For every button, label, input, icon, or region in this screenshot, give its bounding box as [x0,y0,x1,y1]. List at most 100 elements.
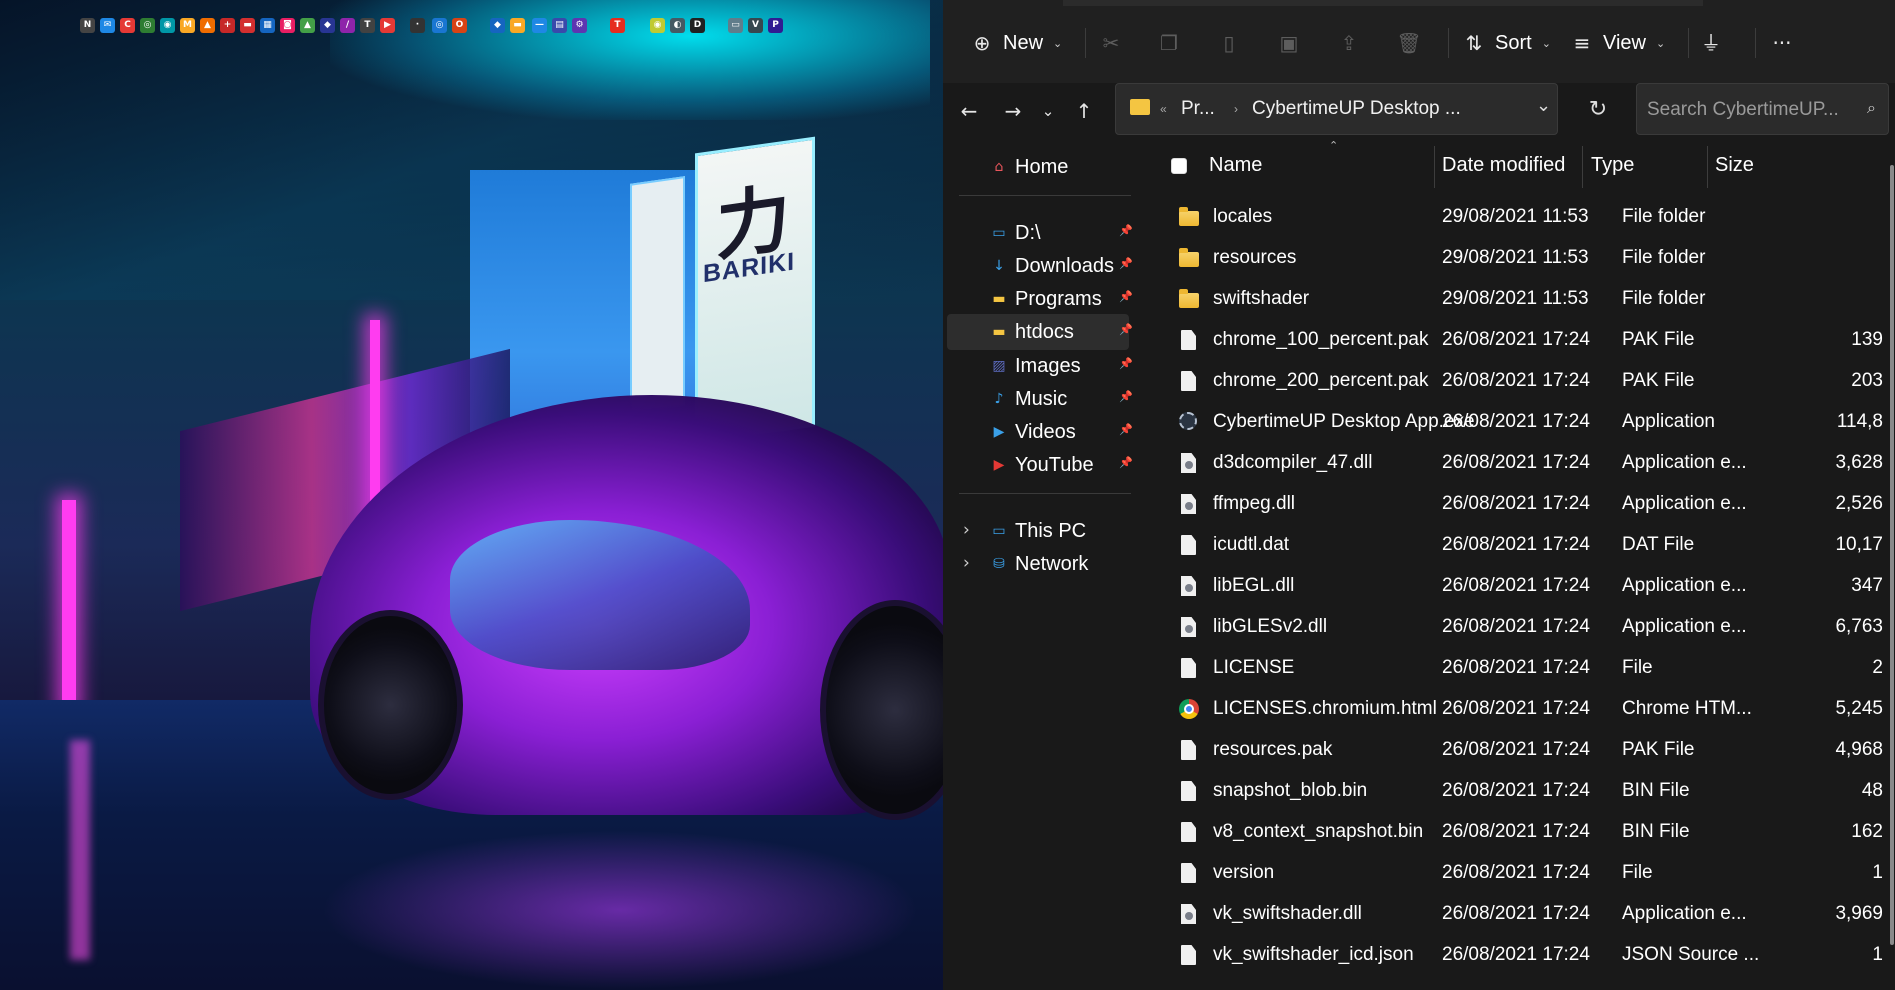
filter-button[interactable]: ⏚ [1698,25,1724,61]
share-button[interactable]: ⇪ [1336,25,1362,61]
sidebar-item-downloads[interactable]: ↓ Downloads 📌 [947,248,1133,284]
dots-icon[interactable]: · [410,18,425,33]
sidebar-item-music[interactable]: ♪ Music 📌 [947,381,1133,417]
overflow-chevrons-icon[interactable]: « [1160,102,1167,116]
sidebar-item-d[interactable]: ▭ D:\ 📌 [947,215,1132,251]
file-row[interactable]: libGLESv2.dll 26/08/2021 17:24 Application… [1141,607,1895,648]
address-bar[interactable]: « Pr... › CybertimeUP Desktop ... ⌄ [1115,83,1558,135]
file-row[interactable]: LICENSE 26/08/2021 17:24 File 2 [1141,648,1895,689]
sidebar-item-network[interactable]: › ⛁ Network [947,546,1129,582]
plus-icon[interactable]: + [220,18,235,33]
up-button[interactable]: ↑ [1068,95,1100,127]
search-input[interactable] [1647,96,1847,124]
refresh-button[interactable]: ↻ [1583,95,1613,125]
mail-icon[interactable]: ✉ [100,18,115,33]
shield-icon[interactable]: ◆ [320,18,335,33]
dictionary-app-icon[interactable]: D [690,18,705,33]
google-drive-icon[interactable]: ▲ [300,18,315,33]
vertical-scrollbar[interactable] [1890,165,1894,945]
column-resizer[interactable] [1707,146,1708,188]
avatar-app-icon[interactable]: ◉ [650,18,665,33]
trello-icon[interactable]: ▦ [260,18,275,33]
file-row[interactable]: snapshot_blob.bin 26/08/2021 17:24 BIN Fil… [1141,771,1895,812]
file-row[interactable]: libEGL.dll 26/08/2021 17:24 Application e.… [1141,566,1895,607]
new-button[interactable]: ⊕ New ⌄ [969,25,1063,61]
file-row[interactable]: LICENSES.chromium.html 26/08/2021 17:24 Ch… [1141,689,1895,730]
text-icon[interactable]: T [360,18,375,33]
bitwarden-icon[interactable]: ◆ [490,18,505,33]
red-app-icon[interactable]: ▬ [240,18,255,33]
more-options-button[interactable]: ··· [1769,25,1795,61]
select-all-checkbox[interactable] [1171,158,1187,174]
settings-app-icon[interactable]: ⚙ [572,18,587,33]
column-header-size[interactable]: Size [1715,154,1754,177]
file-row[interactable]: resources 29/08/2021 11:53 File folder [1141,238,1895,279]
file-row[interactable]: v8_context_snapshot.bin 26/08/2021 17:24 B… [1141,812,1895,853]
copy-button[interactable]: ❐ [1156,25,1182,61]
column-resizer[interactable] [1434,146,1435,188]
notion-icon[interactable]: N [80,18,95,33]
youtube-icon[interactable]: ▶ [380,18,395,33]
minus-app-icon[interactable]: — [532,18,547,33]
file-row[interactable]: swiftshader 29/08/2021 11:53 File folder [1141,279,1895,320]
ted-icon[interactable]: T [610,18,625,33]
file-type: File folder [1622,206,1706,227]
file-type: Chrome HTM... [1622,698,1752,719]
notes-icon[interactable]: M [180,18,195,33]
file-row[interactable]: vk_swiftshader.dll 26/08/2021 17:24 Applic… [1141,894,1895,935]
sidebar-item-this-pc[interactable]: › ▭ This PC [947,513,1129,549]
file-date-modified: 26/08/2021 17:24 [1442,616,1590,637]
column-header-date[interactable]: Date modified [1442,154,1565,177]
file-row[interactable]: icudtl.dat 26/08/2021 17:24 DAT File 10,17 [1141,525,1895,566]
rename-button[interactable]: ▣ [1276,25,1302,61]
expand-chevron-icon[interactable]: › [963,553,970,573]
webcam-icon[interactable]: ◉ [160,18,175,33]
office-icon[interactable]: O [452,18,467,33]
vn-app-icon[interactable]: V [748,18,763,33]
recent-locations-button[interactable]: ⌄ [1032,95,1064,127]
view-button[interactable]: ≡ View ⌄ [1569,25,1666,61]
address-dropdown-icon[interactable]: ⌄ [1536,95,1551,116]
sidebar-item-programs[interactable]: ▬ Programs 📌 [947,281,1132,317]
file-row[interactable]: locales 29/08/2021 11:53 File folder [1141,197,1895,238]
folder-app-icon[interactable]: ▬ [510,18,525,33]
paste-button[interactable]: ▯ [1216,25,1242,61]
drive-warning-icon[interactable]: ▲ [200,18,215,33]
pr-app-icon[interactable]: P [768,18,783,33]
delete-button[interactable]: 🗑 [1396,25,1422,61]
search-box[interactable]: ⌕ [1636,83,1889,135]
calendar-app-icon[interactable]: ▤ [552,18,567,33]
toolbar-divider [1448,28,1449,58]
file-row[interactable]: chrome_100_percent.pak 26/08/2021 17:24 PA… [1141,320,1895,361]
breadcrumb-current[interactable]: CybertimeUP Desktop ... [1252,98,1461,120]
expand-chevron-icon[interactable]: › [963,520,970,540]
column-header-type[interactable]: Type [1591,154,1634,177]
pen-icon[interactable]: / [340,18,355,33]
column-header-name[interactable]: Name [1209,154,1262,177]
camera-app-icon[interactable]: ◐ [670,18,685,33]
sort-button[interactable]: ⇅ Sort ⌄ [1461,25,1551,61]
cast-icon[interactable]: ◙ [280,18,295,33]
file-row[interactable]: vk_swiftshader_icd.json 26/08/2021 17:24 J… [1141,935,1895,976]
sidebar-item-home[interactable]: ⌂ Home [947,149,1129,185]
back-button[interactable]: ← [953,95,985,127]
file-row[interactable]: version 26/08/2021 17:24 File 1 [1141,853,1895,894]
file-row[interactable]: CybertimeUP Desktop App.exe 26/08/2021 17… [1141,402,1895,443]
cut-button[interactable]: ✂ [1098,25,1124,61]
file-row[interactable]: chrome_200_percent.pak 26/08/2021 17:24 PA… [1141,361,1895,402]
translate-icon[interactable]: ◎ [432,18,447,33]
sidebar-item-videos[interactable]: ▶ Videos 📌 [947,414,1133,450]
sidebar-item-images[interactable]: ▨ Images 📌 [947,348,1132,384]
breadcrumb-parent[interactable]: Pr... [1181,98,1215,120]
file-row[interactable]: d3dcompiler_47.dll 26/08/2021 17:24 Applic… [1141,443,1895,484]
forward-button[interactable]: → [997,95,1029,127]
dll-file-icon [1181,494,1196,514]
chrome-app-icon[interactable]: C [120,18,135,33]
file-row[interactable]: ffmpeg.dll 26/08/2021 17:24 Application e.… [1141,484,1895,525]
sidebar-item-htdocs[interactable]: ▬ htdocs 📌 [947,314,1133,350]
whatsapp-icon[interactable]: ◎ [140,18,155,33]
column-resizer[interactable] [1582,146,1583,188]
file-row[interactable]: resources.pak 26/08/2021 17:24 PAK File 4,9… [1141,730,1895,771]
card-app-icon[interactable]: ▭ [728,18,743,33]
sidebar-item-youtube[interactable]: ▶ YouTube 📌 [947,447,1133,483]
